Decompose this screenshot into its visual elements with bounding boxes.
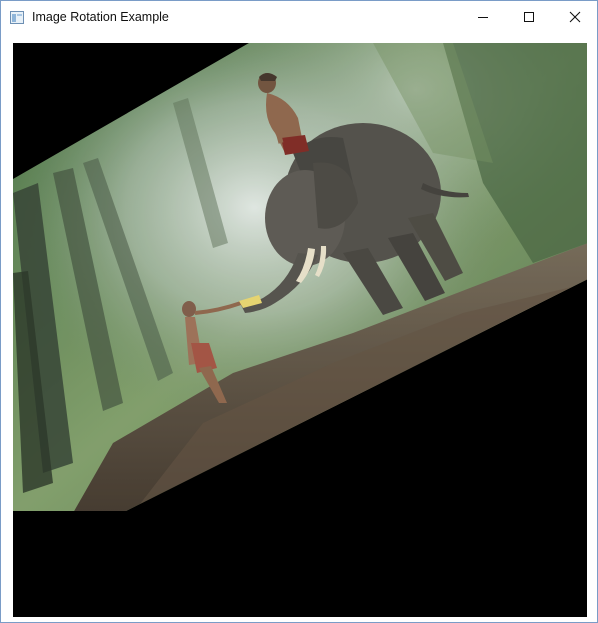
minimize-button[interactable] [460,1,506,33]
title-bar[interactable]: Image Rotation Example [1,1,597,35]
maximize-icon [524,12,534,22]
window-title: Image Rotation Example [32,10,169,24]
photo [13,43,587,511]
rotated-image-view [13,43,587,511]
app-window: Image Rotation Example [0,0,598,623]
image-canvas [13,43,587,617]
app-window-icon [10,11,24,24]
maximize-button[interactable] [506,1,552,33]
minimize-icon [478,17,488,18]
close-button[interactable] [552,1,597,33]
close-icon [569,11,581,23]
